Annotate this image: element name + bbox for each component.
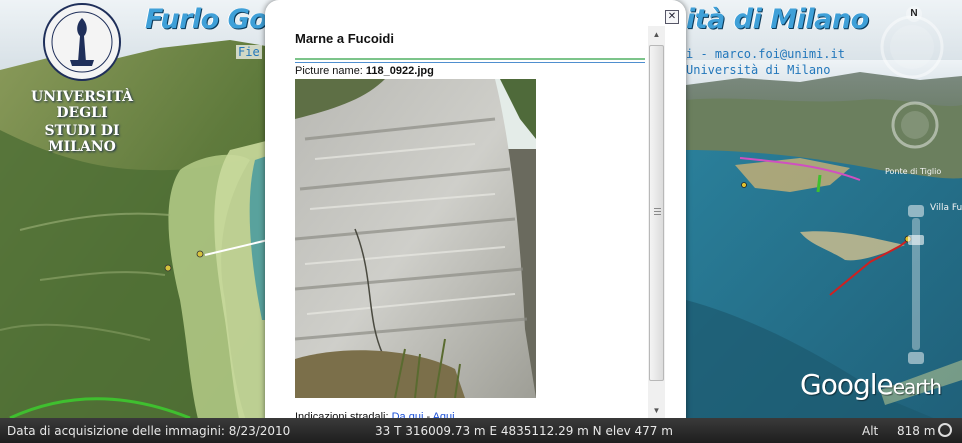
thumb-grip-2 bbox=[654, 211, 661, 212]
university-seal-icon bbox=[43, 3, 121, 81]
place-label-villa: Villa Fu bbox=[930, 203, 962, 213]
thumb-grip-1 bbox=[654, 208, 661, 209]
overlay-title-right: ità di Milano bbox=[686, 4, 869, 35]
cursor-coordinates: 33 T 316009.73 m E 4835112.29 m N elev 4… bbox=[375, 424, 673, 438]
streaming-status-icon bbox=[938, 423, 952, 437]
scroll-down-icon[interactable]: ▼ bbox=[648, 402, 665, 419]
overlay-credit-left: Fie bbox=[236, 45, 262, 59]
university-name-line1: UNIVERSITÀ DEGLI bbox=[31, 89, 133, 121]
altitude-value: 818 m bbox=[897, 424, 936, 438]
overlay-credit: i - marco.foi@unimi.it Università di Mil… bbox=[686, 46, 845, 78]
status-bar: Data di acquisizione delle immagini: 8/2… bbox=[0, 418, 962, 443]
picture-name-label: Picture name: bbox=[295, 65, 366, 77]
thumb-grip-3 bbox=[654, 214, 661, 215]
google-earth-logo: Googleearth bbox=[800, 368, 942, 401]
altitude-label: Alt bbox=[862, 424, 879, 438]
title-divider-blue bbox=[295, 62, 645, 63]
title-divider-green bbox=[295, 58, 645, 60]
rock-photo-image bbox=[295, 79, 536, 398]
scrollbar-thumb[interactable] bbox=[649, 45, 664, 381]
google-logo-word: Google bbox=[800, 368, 894, 401]
placemark-balloon: ✕ Marne a Fucoidi Picture name: 118_0922… bbox=[265, 0, 686, 435]
earth-logo-word: earth bbox=[892, 375, 942, 399]
overlay-credit-email: i - marco.foi@unimi.it bbox=[686, 47, 845, 61]
balloon-scrollbar[interactable]: ▲ ▼ bbox=[648, 26, 665, 419]
university-logo: UNIVERSITÀ DEGLI STUDI DI MILANO bbox=[22, 2, 142, 155]
picture-name-value: 118_0922.jpg bbox=[365, 65, 434, 77]
scroll-up-icon[interactable]: ▲ bbox=[648, 26, 665, 43]
rock-outcrop-photo bbox=[295, 79, 536, 398]
place-label-ponte: Ponte di Tiglio bbox=[885, 167, 942, 176]
imagery-date: Data di acquisizione delle immagini: 8/2… bbox=[7, 424, 291, 438]
balloon-title: Marne a Fucoidi bbox=[295, 31, 394, 46]
close-icon[interactable]: ✕ bbox=[665, 10, 679, 24]
overlay-credit-university: Università di Milano bbox=[686, 63, 831, 77]
picture-name-line: Picture name: 118_0922.jpg bbox=[295, 65, 434, 77]
compass-north-button[interactable]: N bbox=[906, 6, 922, 22]
university-name-line2: STUDI DI MILANO bbox=[44, 123, 120, 155]
